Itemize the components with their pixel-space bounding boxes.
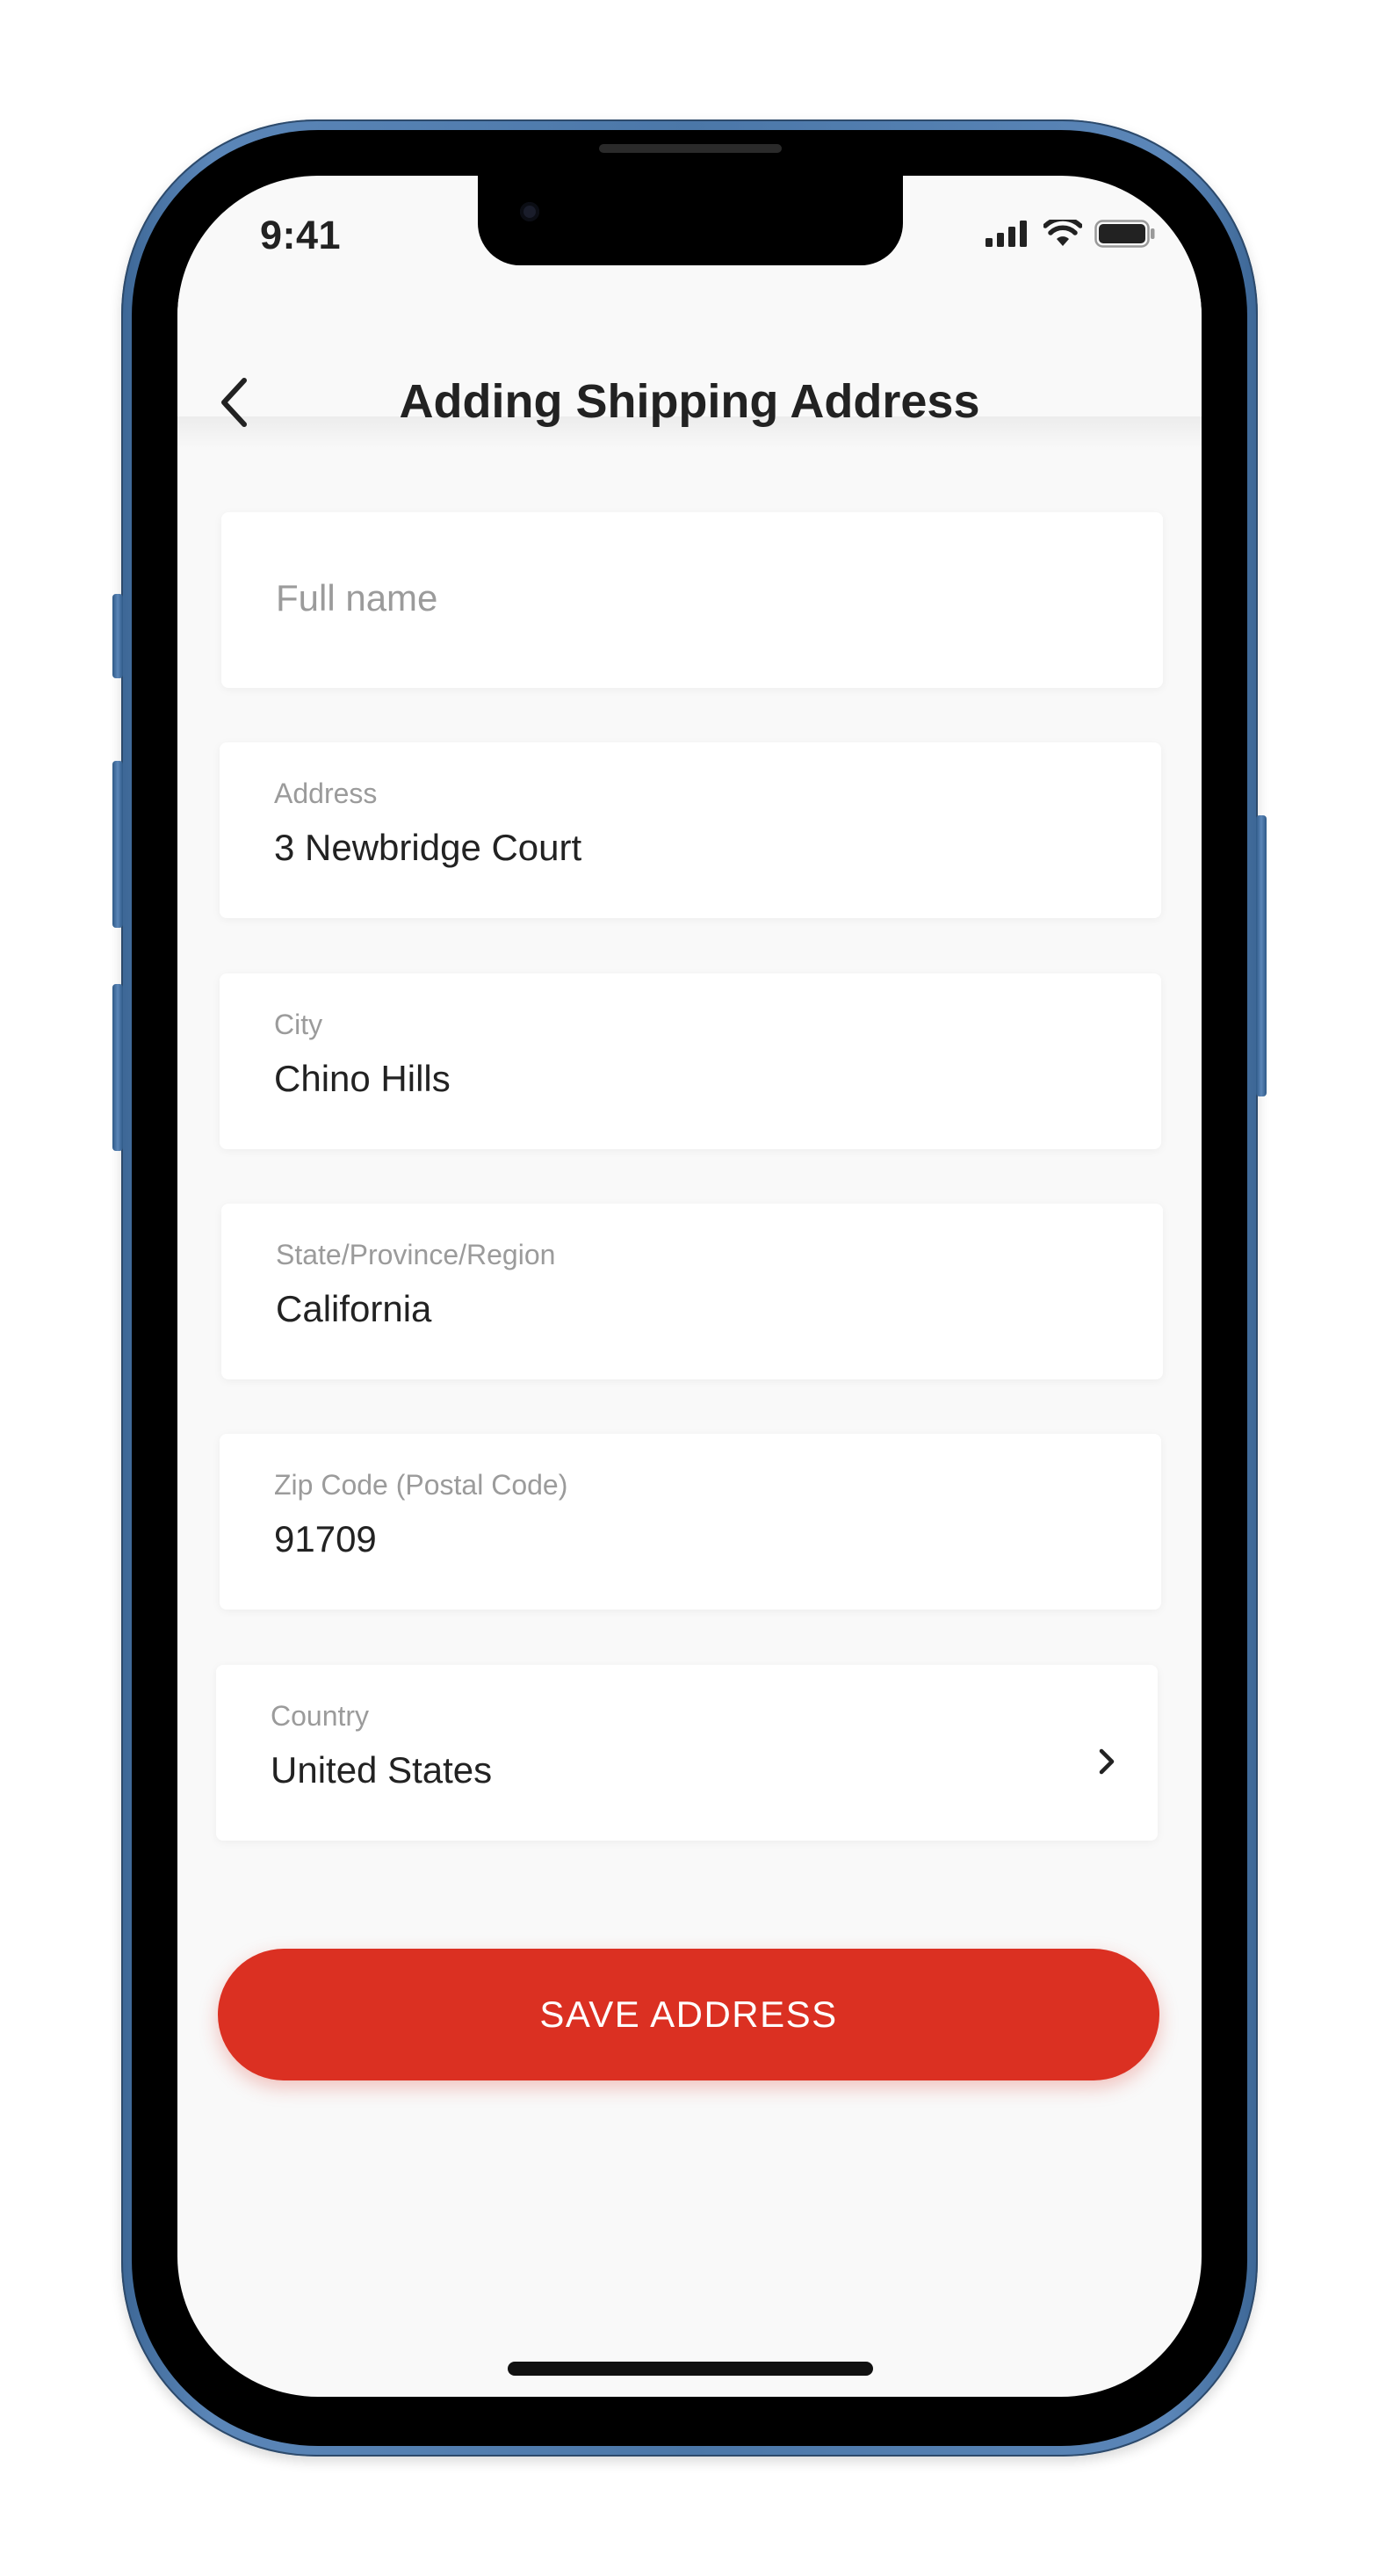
country-label: Country <box>271 1700 370 1732</box>
silent-switch <box>112 594 123 678</box>
cellular-signal-icon <box>986 221 1031 251</box>
city-value[interactable]: Chino Hills <box>274 1058 1065 1100</box>
state-field[interactable]: State/Province/Region California <box>221 1204 1163 1379</box>
country-value: United States <box>271 1749 493 1791</box>
country-selector[interactable]: Country United States <box>216 1665 1158 1841</box>
wifi-icon <box>1043 216 1083 252</box>
front-camera <box>520 202 539 221</box>
full-name-placeholder: Full name <box>276 577 438 619</box>
home-indicator[interactable] <box>508 2362 873 2376</box>
volume-up-button <box>112 761 123 928</box>
zip-code-label: Zip Code (Postal Code) <box>274 1469 568 1501</box>
save-address-button[interactable]: SAVE ADDRESS <box>218 1949 1159 2080</box>
notch <box>478 176 903 265</box>
page-title: Adding Shipping Address <box>399 375 980 428</box>
app-screen: 9:41 Adding Shipping Address Full name A… <box>177 176 1202 2397</box>
address-field[interactable]: Address 3 Newbridge Court <box>220 742 1161 918</box>
zip-code-field[interactable]: Zip Code (Postal Code) 91709 <box>220 1434 1161 1610</box>
battery-icon <box>1094 220 1156 252</box>
address-value[interactable]: 3 Newbridge Court <box>274 827 1065 869</box>
chevron-right-icon <box>1094 1746 1119 1777</box>
status-icons <box>986 216 1156 252</box>
mockup-stage: 9:41 Adding Shipping Address Full name A… <box>0 0 1379 2576</box>
save-address-label: SAVE ADDRESS <box>539 1994 838 2035</box>
state-value[interactable]: California <box>276 1288 1066 1330</box>
city-field[interactable]: City Chino Hills <box>220 973 1161 1149</box>
city-label: City <box>274 1009 323 1040</box>
state-label: State/Province/Region <box>276 1239 556 1270</box>
volume-down-button <box>112 984 123 1151</box>
speaker-grille <box>599 144 782 153</box>
power-button <box>1256 815 1267 1096</box>
zip-code-value[interactable]: 91709 <box>274 1518 1065 1560</box>
status-time: 9:41 <box>260 213 342 257</box>
full-name-field[interactable]: Full name <box>221 512 1163 688</box>
address-label: Address <box>274 778 378 809</box>
